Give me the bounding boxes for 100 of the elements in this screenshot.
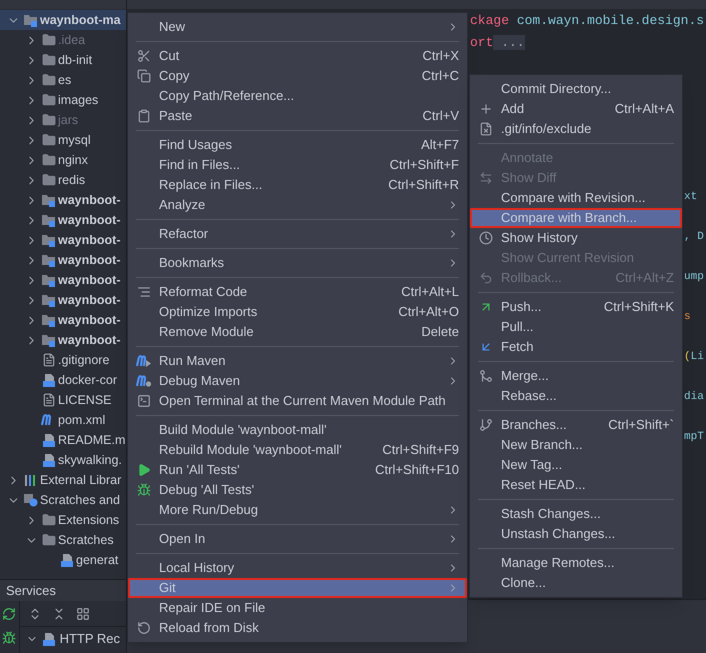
tree-row[interactable]: Scratches and: [0, 490, 126, 510]
tree-label: Scratches: [58, 532, 114, 549]
menu-item[interactable]: Refactor: [128, 224, 467, 244]
menu-item[interactable]: New Tag...: [470, 455, 682, 475]
menu-item[interactable]: Cut Ctrl+X: [128, 46, 467, 66]
menu-item[interactable]: Unstash Changes...: [470, 524, 682, 544]
folder-icon: [42, 533, 56, 547]
menu-item[interactable]: Manage Remotes...: [470, 553, 682, 573]
play-icon: [136, 463, 150, 477]
tree-row[interactable]: waynboot-: [0, 290, 126, 310]
tree-label: HTTP Rec: [60, 630, 120, 648]
menu-item[interactable]: Replace in Files... Ctrl+Shift+R: [128, 175, 467, 195]
tree-row[interactable]: README.m: [0, 430, 126, 450]
maven-run-icon: [136, 354, 152, 368]
menu-item[interactable]: Git: [128, 578, 467, 598]
menu-item[interactable]: Find Usages Alt+F7: [128, 135, 467, 155]
menu-item[interactable]: Compare with Revision...: [470, 188, 682, 208]
menu-item[interactable]: Show History: [470, 228, 682, 248]
folder-icon: [42, 73, 56, 87]
bug-icon: [136, 483, 150, 497]
tree-row[interactable]: generat: [0, 550, 126, 570]
menu-item[interactable]: Debug Maven: [128, 371, 467, 391]
menu-item[interactable]: Build Module 'waynboot-mall': [128, 420, 467, 440]
tree-row[interactable]: db-init: [0, 50, 126, 70]
tree-label: docker-cor: [58, 372, 118, 389]
menu-item[interactable]: Fetch: [470, 337, 682, 357]
menu-item[interactable]: Reformat Code Ctrl+Alt+L: [128, 282, 467, 302]
tree-row[interactable]: waynboot-: [0, 270, 126, 290]
menu-item[interactable]: Copy Path/Reference...: [128, 86, 467, 106]
tree-row[interactable]: Scratches: [0, 530, 126, 550]
tree-row[interactable]: nginx: [0, 150, 126, 170]
tree-row[interactable]: waynboot-: [0, 230, 126, 250]
tree-row[interactable]: waynboot-: [0, 210, 126, 230]
menu-item[interactable]: Compare with Branch...: [470, 208, 682, 228]
menu-item[interactable]: Push... Ctrl+Shift+K: [470, 297, 682, 317]
refresh-icon[interactable]: [2, 607, 16, 621]
menu-item[interactable]: Stash Changes...: [470, 504, 682, 524]
menu-item[interactable]: Open Terminal at the Current Maven Module Path: [128, 391, 467, 411]
menu-item[interactable]: Paste Ctrl+V: [128, 106, 467, 126]
tree-label: Extensions: [58, 512, 120, 529]
folder-icon: [42, 33, 56, 47]
tree-label: waynboot-ma: [40, 12, 121, 29]
menu-item[interactable]: New: [128, 17, 467, 37]
tree-row[interactable]: docker-cor: [0, 370, 126, 390]
menu-item[interactable]: Remove Module Delete: [128, 322, 467, 342]
menu-item[interactable]: Local History: [128, 558, 467, 578]
tree-row[interactable]: waynboot-ma: [0, 10, 126, 30]
menu-item[interactable]: Reset HEAD...: [470, 475, 682, 495]
clock-icon: [478, 231, 492, 245]
menu-item[interactable]: Add Ctrl+Alt+A: [470, 99, 682, 119]
menu-item[interactable]: Rebuild Module 'waynboot-mall' Ctrl+Shift+F9: [128, 440, 467, 460]
file-icon: [42, 393, 56, 407]
menu-item[interactable]: Find in Files... Ctrl+Shift+F: [128, 155, 467, 175]
tree-row[interactable]: waynboot-: [0, 310, 126, 330]
menu-item[interactable]: More Run/Debug: [128, 500, 467, 520]
menu-item[interactable]: Commit Directory...: [470, 79, 682, 99]
menu-item[interactable]: Optimize Imports Ctrl+Alt+O: [128, 302, 467, 322]
menu-item[interactable]: Clone...: [470, 573, 682, 593]
tree-row[interactable]: Extensions: [0, 510, 126, 530]
folder-icon: [42, 153, 56, 167]
tree-label: .gitignore: [58, 352, 110, 369]
tree-row[interactable]: mysql: [0, 130, 126, 150]
tree-row[interactable]: HTTP Rec: [20, 627, 126, 651]
menu-item[interactable]: Open In: [128, 529, 467, 549]
menu-item[interactable]: Pull...: [470, 317, 682, 337]
tree-row[interactable]: External Librar: [0, 470, 126, 490]
tree-row[interactable]: .gitignore: [0, 350, 126, 370]
tree-row[interactable]: waynboot-: [0, 330, 126, 350]
module-folder-icon: [41, 273, 56, 287]
tree-row[interactable]: pom.xml: [0, 410, 126, 430]
menu-item[interactable]: Rebase...: [470, 386, 682, 406]
menu-item[interactable]: Branches... Ctrl+Shift+`: [470, 415, 682, 435]
tree-row[interactable]: images: [0, 90, 126, 110]
tree-row[interactable]: redis: [0, 170, 126, 190]
menu-item[interactable]: Debug 'All Tests': [128, 480, 467, 500]
code-line: ckage com.wayn.mobile.design.s: [470, 12, 706, 30]
tree-row[interactable]: LICENSE: [0, 390, 126, 410]
menu-item[interactable]: Reload from Disk: [128, 618, 467, 638]
tree-row[interactable]: es: [0, 70, 126, 90]
menu-item[interactable]: .git/info/exclude: [470, 119, 682, 139]
tree-label: External Librar: [40, 472, 122, 489]
tree-label: db-init: [58, 52, 92, 69]
module-folder-icon: [41, 213, 56, 227]
menu-item[interactable]: Copy Ctrl+C: [128, 66, 467, 86]
bug-icon[interactable]: [2, 631, 16, 645]
tree-row[interactable]: waynboot-: [0, 250, 126, 270]
module-folder-icon: [41, 333, 56, 347]
menu-item[interactable]: Analyze: [128, 195, 467, 215]
menu-item[interactable]: Merge...: [470, 366, 682, 386]
folder-icon: [42, 173, 56, 187]
tree-row[interactable]: waynboot-: [0, 190, 126, 210]
menu-item[interactable]: Run 'All Tests' Ctrl+Shift+F10: [128, 460, 467, 480]
menu-item[interactable]: New Branch...: [470, 435, 682, 455]
tree-row[interactable]: skywalking.: [0, 450, 126, 470]
module-folder-icon: [41, 253, 56, 267]
menu-item[interactable]: Bookmarks: [128, 253, 467, 273]
grid-icon[interactable]: [76, 606, 90, 620]
file-badge-icon: [42, 632, 56, 646]
menu-item[interactable]: Run Maven: [128, 351, 467, 371]
menu-item[interactable]: Repair IDE on File: [128, 598, 467, 618]
